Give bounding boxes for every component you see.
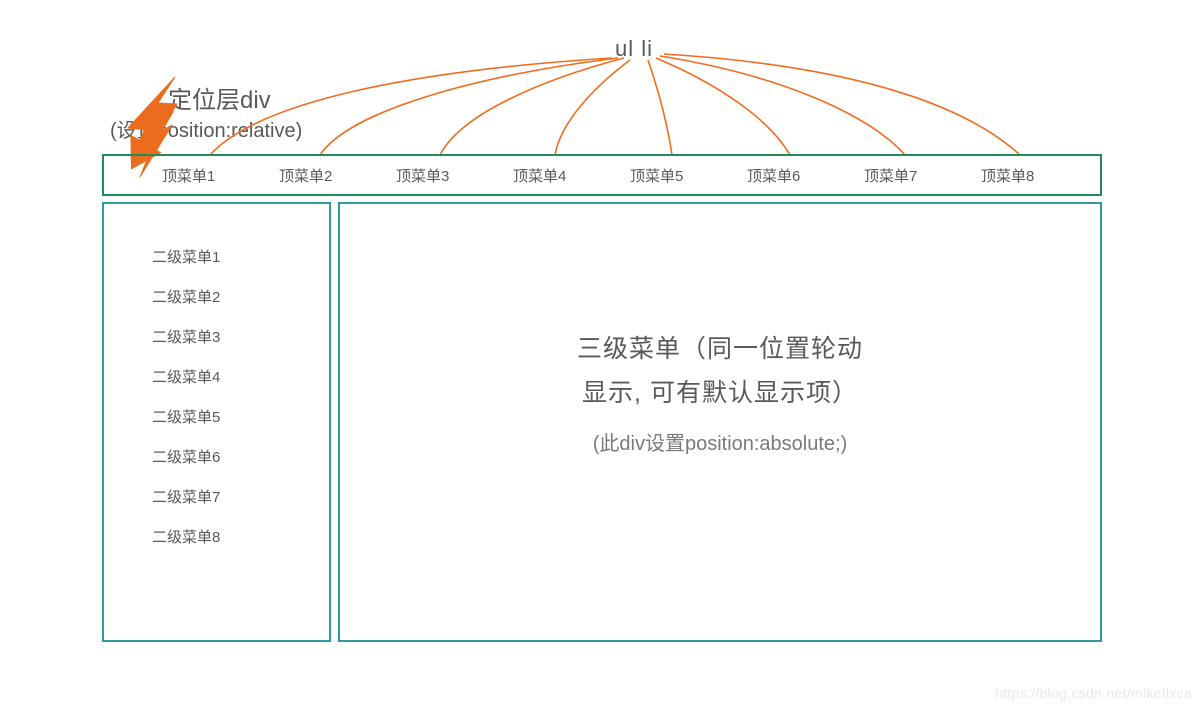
nav-item-4[interactable]: 顶菜单4 xyxy=(513,165,630,186)
content-panel-level3: 三级菜单（同一位置轮动 显示, 可有默认显示项） (此div设置position… xyxy=(338,202,1102,642)
sidebar-item-7[interactable]: 二级菜单7 xyxy=(152,478,329,518)
nav-item-5[interactable]: 顶菜单5 xyxy=(630,165,747,186)
nav-item-6[interactable]: 顶菜单6 xyxy=(747,165,864,186)
annotation-title: 定位层div xyxy=(168,80,271,115)
content-text-line2: 显示, 可有默认显示项） xyxy=(340,373,1100,409)
nav-item-3[interactable]: 顶菜单3 xyxy=(396,165,513,186)
sidebar-item-3[interactable]: 二级菜单3 xyxy=(152,318,329,358)
sidebar-item-6[interactable]: 二级菜单6 xyxy=(152,438,329,478)
sidebar-level2: 二级菜单1 二级菜单2 二级菜单3 二级菜单4 二级菜单5 二级菜单6 二级菜单… xyxy=(102,202,331,642)
nav-item-2[interactable]: 顶菜单2 xyxy=(279,165,396,186)
nav-item-1[interactable]: 顶菜单1 xyxy=(162,165,279,186)
annotation-subtitle: (设置position:relative) xyxy=(110,114,302,143)
top-nav-bar: 顶菜单1 顶菜单2 顶菜单3 顶菜单4 顶菜单5 顶菜单6 顶菜单7 顶菜单8 xyxy=(102,154,1102,196)
watermark-text: https://blog.csdn.net/mikeflxca xyxy=(995,685,1192,701)
sidebar-item-5[interactable]: 二级菜单5 xyxy=(152,398,329,438)
connector-lines xyxy=(210,54,1020,155)
content-text-line1: 三级菜单（同一位置轮动 xyxy=(340,329,1100,365)
sidebar-item-4[interactable]: 二级菜单4 xyxy=(152,358,329,398)
ul-li-label: ul li xyxy=(615,36,653,62)
sidebar-item-2[interactable]: 二级菜单2 xyxy=(152,278,329,318)
sidebar-item-8[interactable]: 二级菜单8 xyxy=(152,518,329,558)
nav-item-7[interactable]: 顶菜单7 xyxy=(864,165,981,186)
sidebar-item-1[interactable]: 二级菜单1 xyxy=(152,238,329,278)
content-position-note: (此div设置position:absolute;) xyxy=(340,427,1100,456)
nav-item-8[interactable]: 顶菜单8 xyxy=(981,165,1098,186)
